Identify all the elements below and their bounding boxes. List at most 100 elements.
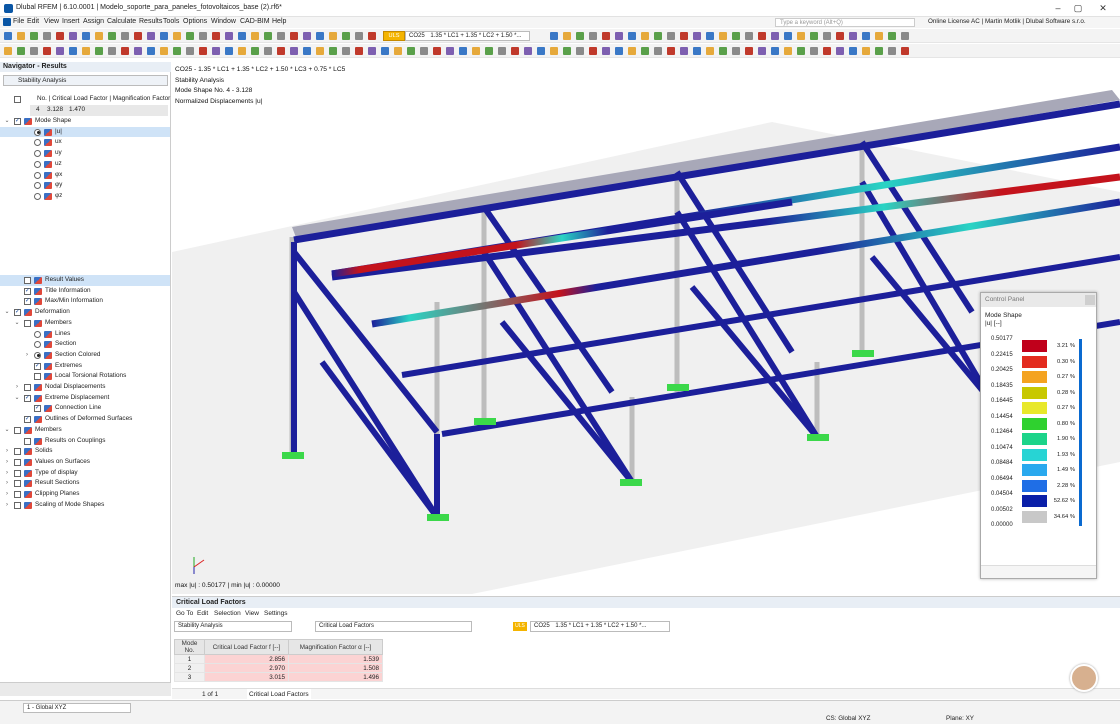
toolbar-tool-icon[interactable] (602, 32, 610, 40)
toolbar-tool-icon[interactable] (108, 47, 116, 55)
avatar[interactable] (1070, 664, 1098, 692)
expand-icon[interactable]: › (4, 457, 10, 468)
navigator-tree-item[interactable]: ›Nodal Displacements (0, 382, 170, 393)
checkbox[interactable] (14, 480, 21, 487)
toolbar-tool-icon[interactable] (862, 32, 870, 40)
load-combination-select[interactable]: CO25 1.35 * LC1 + 1.35 * LC2 + 1.50 *... (405, 31, 530, 41)
toolbar-tool-icon[interactable] (225, 32, 233, 40)
navigator-tree-item[interactable]: Lines (0, 329, 170, 340)
toolbar-tool-icon[interactable] (550, 32, 558, 40)
expand-icon[interactable]: ⌄ (14, 318, 20, 329)
navigator-tree-item[interactable]: ✓Title Information (0, 286, 170, 297)
checkbox[interactable]: ✓ (14, 118, 21, 125)
toolbar-tool-icon[interactable] (511, 47, 519, 55)
navigator-tree-item[interactable]: ›Values on Surfaces (0, 457, 170, 468)
toolbar-tool-icon[interactable] (277, 32, 285, 40)
toolbar-tool-icon[interactable] (43, 47, 51, 55)
toolbar-tool-icon[interactable] (537, 47, 545, 55)
toolbar-tool-icon[interactable] (667, 47, 675, 55)
radio-button[interactable] (34, 193, 41, 200)
menu-view[interactable]: View (44, 18, 59, 25)
model-viewport[interactable]: CO25 - 1.35 * LC1 + 1.35 * LC2 + 1.50 * … (172, 62, 1120, 594)
checkbox[interactable] (14, 491, 21, 498)
toolbar-tool-icon[interactable] (303, 47, 311, 55)
toolbar-tool-icon[interactable] (381, 47, 389, 55)
toolbar-tool-icon[interactable] (576, 47, 584, 55)
checkbox[interactable] (24, 384, 31, 391)
navigator-tree-item[interactable]: uy (0, 148, 170, 159)
toolbar-tool-icon[interactable] (316, 32, 324, 40)
toolbar-tool-icon[interactable] (303, 32, 311, 40)
checkbox[interactable] (24, 277, 31, 284)
toolbar-tool-icon[interactable] (784, 32, 792, 40)
toolbar-tool-icon[interactable] (901, 32, 909, 40)
navigator-tree-item[interactable]: φz (0, 191, 170, 202)
toolbar-tool-icon[interactable] (524, 47, 532, 55)
navigator-tree-item[interactable]: ⌄✓Mode Shape (0, 116, 170, 127)
toolbar-tool-icon[interactable] (615, 32, 623, 40)
menu-options[interactable]: Options (183, 18, 207, 25)
toolbar-tool-icon[interactable] (186, 47, 194, 55)
toolbar-tool-icon[interactable] (368, 32, 376, 40)
maximize-button[interactable]: ▢ (1070, 2, 1086, 15)
toolbar-tool-icon[interactable] (550, 47, 558, 55)
tab-critical-load-factors[interactable]: Critical Load Factors (247, 689, 311, 700)
radio-button[interactable] (34, 341, 41, 348)
pager-text[interactable]: 1 of 1 (202, 689, 218, 700)
app-menu-icon[interactable] (3, 18, 11, 26)
checkbox[interactable] (14, 427, 21, 434)
navigator-tree-item[interactable]: Section (0, 339, 170, 350)
bp-analysis-select[interactable]: Stability Analysis (174, 621, 292, 632)
minimize-button[interactable]: – (1050, 2, 1066, 15)
toolbar-tool-icon[interactable] (797, 47, 805, 55)
toolbar-tool-icon[interactable] (95, 47, 103, 55)
menu-bp-edit[interactable]: Edit (197, 610, 208, 617)
toolbar-tool-icon[interactable] (836, 47, 844, 55)
toolbar-tool-icon[interactable] (498, 47, 506, 55)
menu-window[interactable]: Window (211, 18, 236, 25)
toolbar-tool-icon[interactable] (30, 32, 38, 40)
toolbar-tool-icon[interactable] (355, 47, 363, 55)
toolbar-tool-icon[interactable] (160, 32, 168, 40)
checkbox[interactable]: ✓ (24, 416, 31, 423)
toolbar-tool-icon[interactable] (368, 47, 376, 55)
navigator-tree-item[interactable]: ›Solids (0, 446, 170, 457)
mode-row-selected[interactable]: 4 3.128 1.470 (30, 105, 168, 116)
navigator-tree-item[interactable]: ✓Extremes (0, 361, 170, 372)
toolbar-tool-icon[interactable] (745, 47, 753, 55)
navigator-tree-item[interactable]: uz (0, 159, 170, 170)
toolbar-tool-icon[interactable] (160, 47, 168, 55)
toolbar-tool-icon[interactable] (147, 32, 155, 40)
toolbar-tool-icon[interactable] (563, 32, 571, 40)
menu-calculate[interactable]: Calculate (107, 18, 136, 25)
toolbar-tool-icon[interactable] (108, 32, 116, 40)
toolbar-tool-icon[interactable] (420, 47, 428, 55)
checkbox[interactable] (34, 373, 41, 380)
table-row[interactable]: 22.9701.508 (175, 664, 383, 673)
toolbar-tool-icon[interactable] (719, 47, 727, 55)
radio-button[interactable] (34, 129, 41, 136)
bp-results-select[interactable]: Critical Load Factors (315, 621, 472, 632)
expand-icon[interactable]: ⌄ (4, 425, 10, 436)
toolbar-tool-icon[interactable] (56, 32, 64, 40)
toolbar-tool-icon[interactable] (732, 47, 740, 55)
expand-icon[interactable]: ⌄ (4, 116, 10, 127)
toolbar-tool-icon[interactable] (810, 47, 818, 55)
checkbox[interactable] (14, 459, 21, 466)
toolbar-tool-icon[interactable] (641, 32, 649, 40)
toolbar-tool-icon[interactable] (459, 47, 467, 55)
toolbar-tool-icon[interactable] (628, 32, 636, 40)
toolbar-tool-icon[interactable] (134, 32, 142, 40)
navigator-tree-item[interactable]: Results on Couplings (0, 436, 170, 447)
toolbar-tool-icon[interactable] (693, 32, 701, 40)
toolbar-tool-icon[interactable] (706, 32, 714, 40)
toolbar-tool-icon[interactable] (875, 32, 883, 40)
toolbar-tool-icon[interactable] (862, 47, 870, 55)
toolbar-tool-icon[interactable] (589, 32, 597, 40)
menu-bp-view[interactable]: View (245, 610, 259, 617)
toolbar-tool-icon[interactable] (355, 32, 363, 40)
radio-button[interactable] (34, 182, 41, 189)
toolbar-tool-icon[interactable] (589, 47, 597, 55)
navigator-tree-item[interactable]: ✓Max/Min Information (0, 296, 170, 307)
search-input[interactable]: Type a keyword (Alt+Q) (775, 18, 915, 27)
